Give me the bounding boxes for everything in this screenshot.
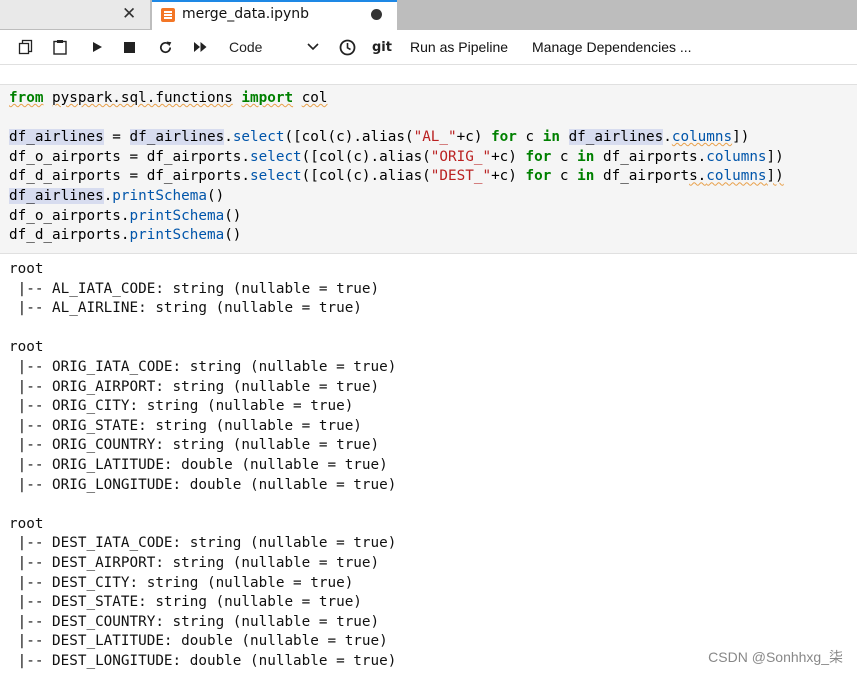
run-button[interactable] [87, 30, 107, 64]
watermark: CSDN @Sonhhxg_柒 [708, 649, 843, 665]
output-line: |-- AL_IATA_CODE: string (nullable = tru… [9, 280, 380, 297]
stop-icon [123, 41, 135, 53]
chevron-down-icon [307, 43, 319, 51]
cell-type-value: Code [229, 39, 263, 55]
cell-output: root |-- AL_IATA_CODE: string (nullable … [9, 260, 396, 671]
output-line: |-- DEST_IATA_CODE: string (nullable = t… [9, 535, 397, 552]
stop-button[interactable] [119, 30, 139, 64]
code-line: df_d_airports = df_airports.select([col(… [9, 168, 784, 185]
output-line: root [9, 339, 44, 356]
output-line: |-- DEST_LONGITUDE: double (nullable = t… [9, 652, 397, 669]
output-line: |-- AL_AIRLINE: string (nullable = true) [9, 300, 362, 317]
output-line: |-- ORIG_LATITUDE: double (nullable = tr… [9, 456, 388, 473]
output-line: |-- ORIG_STATE: string (nullable = true) [9, 417, 362, 434]
tab-previous[interactable]: ✕ [0, 0, 150, 29]
paste-button[interactable] [50, 30, 70, 64]
cell-type-select[interactable]: Code [229, 30, 329, 64]
fast-forward-icon [193, 42, 206, 52]
code-line: df_o_airports = df_airports.select([col(… [9, 148, 784, 165]
run-as-pipeline-button[interactable]: Run as Pipeline [410, 30, 520, 64]
clock-icon [339, 39, 355, 55]
output-line: |-- ORIG_IATA_CODE: string (nullable = t… [9, 358, 397, 375]
output-line: |-- DEST_COUNTRY: string (nullable = tru… [9, 613, 380, 630]
copy-button[interactable] [16, 30, 36, 64]
tab-title: merge_data.ipynb [182, 6, 310, 22]
output-line: |-- DEST_CITY: string (nullable = true) [9, 574, 354, 591]
close-icon[interactable]: ✕ [122, 4, 136, 24]
paste-icon [53, 40, 67, 55]
restart-icon [159, 41, 171, 53]
output-line: |-- ORIG_COUNTRY: string (nullable = tru… [9, 437, 380, 454]
code-line: df_o_airports.printSchema() [9, 207, 242, 224]
notebook-icon [161, 8, 175, 22]
play-icon [93, 42, 102, 52]
output-line: |-- DEST_LATITUDE: double (nullable = tr… [9, 633, 388, 650]
tab-bar: ✕ merge_data.ipynb [0, 0, 857, 30]
code-line: df_airlines.printSchema() [9, 187, 225, 204]
code-line: from pyspark.sql.functions import col [9, 90, 328, 106]
code-editor[interactable]: from pyspark.sql.functions import col df… [9, 89, 784, 246]
output-line: |-- ORIG_CITY: string (nullable = true) [9, 398, 354, 415]
code-cell[interactable]: from pyspark.sql.functions import col df… [0, 84, 857, 254]
restart-kernel-button[interactable] [155, 30, 175, 64]
git-button[interactable]: git [370, 30, 394, 64]
tab-merge-data[interactable]: merge_data.ipynb [152, 0, 397, 30]
code-line: df_airlines = df_airlines.select([col(c)… [9, 129, 750, 146]
notebook-toolbar: Code git Run as Pipeline Manage Dependen… [0, 30, 857, 65]
code-line: df_d_airports.printSchema() [9, 227, 242, 244]
copy-icon [18, 39, 33, 55]
kernel-status-button[interactable] [337, 30, 357, 64]
output-line: |-- ORIG_AIRPORT: string (nullable = tru… [9, 378, 380, 395]
unsaved-indicator-icon[interactable] [371, 9, 382, 20]
output-line: root [9, 261, 44, 277]
output-line: |-- ORIG_LONGITUDE: double (nullable = t… [9, 476, 397, 493]
run-all-button[interactable] [189, 30, 211, 64]
output-line: root [9, 515, 44, 532]
manage-dependencies-button[interactable]: Manage Dependencies ... [532, 30, 712, 64]
output-line: |-- DEST_AIRPORT: string (nullable = tru… [9, 554, 380, 571]
output-line: |-- DEST_STATE: string (nullable = true) [9, 594, 362, 611]
